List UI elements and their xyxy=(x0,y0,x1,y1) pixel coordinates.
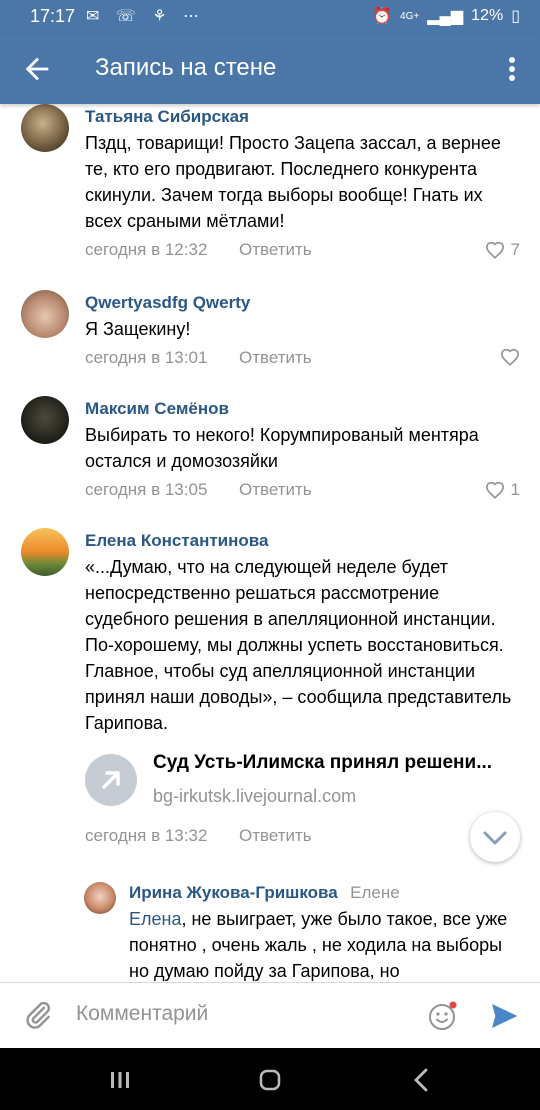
back-arrow-icon[interactable] xyxy=(20,52,54,86)
avatar[interactable] xyxy=(21,290,69,338)
more-vertical-icon[interactable] xyxy=(502,54,522,84)
comment-meta: сегодня в 13:01 Ответить xyxy=(85,348,520,372)
avatar[interactable] xyxy=(21,528,69,576)
reply-button[interactable]: Ответить xyxy=(239,240,312,260)
comment-author[interactable]: Максим Семёнов xyxy=(85,398,520,420)
recent-apps-icon[interactable] xyxy=(104,1064,136,1096)
comment-date: сегодня в 12:32 xyxy=(85,240,208,259)
home-icon[interactable] xyxy=(254,1064,286,1096)
reply-button[interactable]: Ответить xyxy=(239,826,312,846)
chevron-down-icon xyxy=(483,831,507,845)
comment-text: «...Думаю, что на следующей неделе будет… xyxy=(85,557,512,733)
comment-author[interactable]: Ирина Жукова-Гришкова xyxy=(129,883,338,902)
heart-icon xyxy=(485,241,504,259)
comment-meta: сегодня в 13:32 Ответить 2 xyxy=(85,826,520,850)
comment-text: Пздц, товарищи! Просто Зацепа зассал, а … xyxy=(85,133,501,231)
comment-input[interactable]: Комментарий xyxy=(76,1002,208,1026)
battery-text: 12% xyxy=(471,7,504,24)
battery-icon: ▯ xyxy=(511,8,520,25)
reply-button[interactable]: Ответить xyxy=(239,480,312,500)
reply-to-label[interactable]: Елене xyxy=(350,883,400,902)
network-label: 4G+ xyxy=(400,10,420,22)
app-bar: Запись на стене xyxy=(0,34,540,104)
comment-meta: сегодня в 12:32 Ответить 7 xyxy=(85,240,520,264)
send-icon[interactable] xyxy=(488,1000,520,1032)
like-button[interactable]: 1 xyxy=(485,480,520,500)
page-title: Запись на стене xyxy=(95,54,277,81)
status-right: ⏰ 4G+ ▂▄▆ 12% ▯ xyxy=(372,6,520,26)
back-nav-icon[interactable] xyxy=(406,1064,438,1096)
heart-icon xyxy=(485,481,504,499)
comment-text: Выбирать то некого! Корумпированый ментя… xyxy=(85,425,479,471)
reply-button[interactable]: Ответить xyxy=(239,348,312,368)
like-count: 7 xyxy=(510,240,520,259)
comment-text: Я Защекину! xyxy=(85,319,191,339)
status-bar: 17:17 ✉ ☏ ⚘ ⋯ ⏰ 4G+ ▂▄▆ 12% ▯ xyxy=(0,0,540,34)
comment-meta: сегодня в 13:05 Ответить 1 xyxy=(85,480,520,504)
notification-icons: ✉ ☏ ⚘ ⋯ xyxy=(86,8,206,25)
like-button[interactable] xyxy=(500,348,520,366)
comment-author[interactable]: Елена Константинова xyxy=(85,530,520,552)
link-attachment[interactable]: Суд Усть-Илимска принял решени... bg-irk… xyxy=(85,746,520,820)
heart-icon xyxy=(500,348,520,366)
paperclip-icon[interactable] xyxy=(22,999,54,1031)
system-nav-bar xyxy=(0,1048,540,1110)
emoji-icon[interactable] xyxy=(427,1000,459,1032)
avatar[interactable] xyxy=(84,882,116,914)
comment-author[interactable]: Татьяна Сибирская xyxy=(85,106,520,128)
comment-date: сегодня в 13:05 xyxy=(85,480,208,499)
status-time: 17:17 xyxy=(30,6,76,26)
link-title[interactable]: Суд Усть-Илимска принял решени... xyxy=(153,752,521,774)
link-url: bg-irkutsk.livejournal.com xyxy=(153,786,357,806)
link-icon xyxy=(85,754,137,806)
signal-icon: ▂▄▆ xyxy=(427,8,464,25)
avatar[interactable] xyxy=(21,104,69,152)
mention-link[interactable]: Елена xyxy=(129,909,181,929)
like-button[interactable]: 7 xyxy=(485,240,520,260)
like-count: 1 xyxy=(510,480,520,499)
comments-feed[interactable]: Татьяна Сибирская Пздц, товарищи! Просто… xyxy=(0,104,540,982)
comment-text: Елена, не выиграет, уже было такое, все … xyxy=(129,909,508,981)
scroll-down-button[interactable] xyxy=(470,812,520,862)
comment-date: сегодня в 13:01 xyxy=(85,348,208,367)
avatar[interactable] xyxy=(21,396,69,444)
comment-composer: Комментарий xyxy=(0,982,540,1049)
comment-date: сегодня в 13:32 xyxy=(85,826,208,845)
comment-author[interactable]: Qwertyasdfg Qwerty xyxy=(85,292,520,314)
alarm-icon: ⏰ xyxy=(372,8,393,25)
